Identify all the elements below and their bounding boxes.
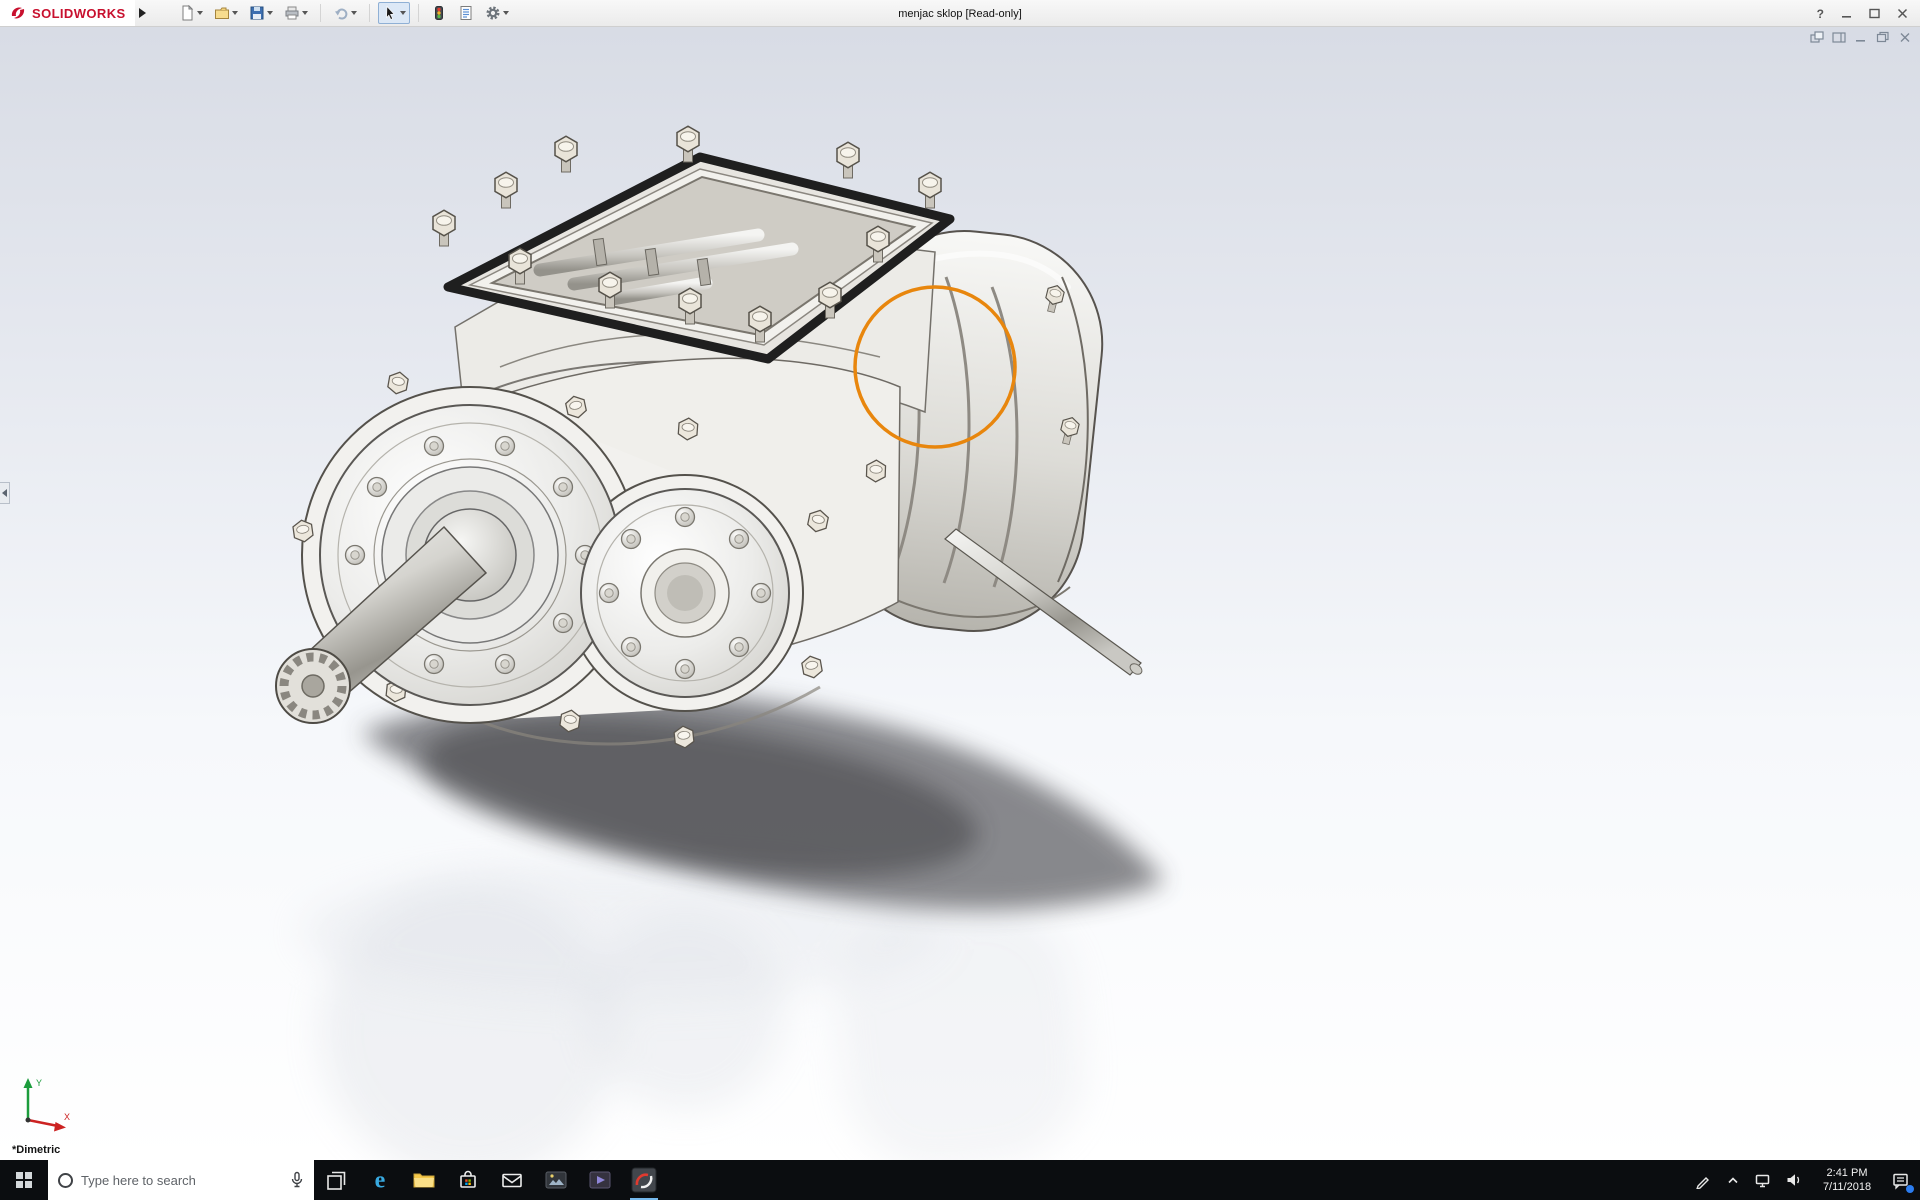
open-folder-icon xyxy=(214,7,229,19)
taskbar-item-edge[interactable]: e xyxy=(358,1160,402,1200)
rebuild-stoplight-icon xyxy=(434,6,443,20)
graphics-area[interactable]: Y X *Dimetric xyxy=(0,27,1920,1160)
rebuild-button[interactable] xyxy=(427,2,451,24)
task-view-icon xyxy=(327,1171,346,1190)
quick-access-toolbar xyxy=(175,2,513,24)
doc-restore-button[interactable] xyxy=(1876,31,1890,44)
notification-badge xyxy=(1906,1184,1914,1193)
taskbar-item-mail[interactable] xyxy=(490,1160,534,1200)
start-button[interactable] xyxy=(0,1160,48,1200)
triad-y-label: Y xyxy=(36,1078,42,1088)
solidworks-window: SOLIDWORKS menjac sklop [Read-only] ? Y … xyxy=(0,0,1920,1200)
windows-taskbar: e xyxy=(0,1160,1920,1200)
cortana-icon xyxy=(58,1172,73,1188)
network-icon[interactable] xyxy=(1754,1172,1772,1189)
print-icon xyxy=(285,6,299,20)
movies-icon xyxy=(589,1171,611,1189)
dropdown-caret[interactable] xyxy=(266,11,273,15)
feature-manager-collapse-tab[interactable] xyxy=(0,482,10,504)
triad-x-label: X xyxy=(64,1112,70,1122)
file-explorer-icon xyxy=(413,1173,435,1188)
help-button[interactable]: ? xyxy=(1817,7,1824,21)
action-center-button[interactable] xyxy=(1891,1171,1914,1193)
gearbox-model[interactable] xyxy=(275,125,1144,750)
photos-icon xyxy=(545,1171,567,1189)
open-button[interactable] xyxy=(210,2,242,24)
title-bar: SOLIDWORKS menjac sklop [Read-only] ? xyxy=(0,0,1920,27)
dropdown-caret[interactable] xyxy=(399,11,406,15)
menu-flyout-arrow[interactable] xyxy=(135,0,151,26)
orientation-triad: Y X xyxy=(23,1078,70,1132)
maximize-button[interactable] xyxy=(1869,8,1880,19)
print-button[interactable] xyxy=(280,2,312,24)
hidden-icons-chevron-icon[interactable] xyxy=(1725,1173,1741,1187)
window-controls: ? xyxy=(1817,0,1908,27)
file-properties-button[interactable] xyxy=(454,2,478,24)
taskbar-search[interactable] xyxy=(48,1160,314,1200)
system-tray: 2:41 PM 7/11/2018 xyxy=(1694,1160,1920,1200)
edge-icon: e xyxy=(375,1168,386,1194)
taskbar-item-photos[interactable] xyxy=(534,1160,578,1200)
dropdown-caret[interactable] xyxy=(502,11,509,15)
taskbar-item-movies[interactable] xyxy=(578,1160,622,1200)
view-orientation-label: *Dimetric xyxy=(12,1144,61,1156)
doc-pane-button[interactable] xyxy=(1832,31,1846,44)
save-icon xyxy=(250,6,264,20)
logo-text: SOLIDWORKS xyxy=(32,5,126,21)
taskbar-item-file-explorer[interactable] xyxy=(402,1160,446,1200)
document-window-controls xyxy=(1810,31,1912,44)
svg-text:e: e xyxy=(375,1168,386,1194)
task-view-button[interactable] xyxy=(314,1160,358,1200)
countershaft-face xyxy=(580,488,790,698)
taskbar-item-store[interactable] xyxy=(446,1160,490,1200)
doc-close-button[interactable] xyxy=(1898,31,1912,44)
doc-minimize-button[interactable] xyxy=(1854,31,1868,44)
clock-date: 7/11/2018 xyxy=(1822,1181,1872,1193)
viewport-canvas[interactable] xyxy=(0,27,1920,1160)
windows-logo-icon xyxy=(16,1172,32,1188)
microphone-icon[interactable] xyxy=(290,1171,304,1189)
doc-cascade-button[interactable] xyxy=(1810,31,1824,44)
options-button[interactable] xyxy=(481,2,513,24)
volume-icon[interactable] xyxy=(1785,1172,1803,1188)
clock-time: 2:41 PM xyxy=(1826,1167,1868,1179)
minimize-button[interactable] xyxy=(1841,8,1852,19)
dropdown-caret[interactable] xyxy=(231,11,238,15)
toolbar-separator xyxy=(417,4,419,22)
mail-icon xyxy=(502,1173,522,1188)
solidworks-logo: SOLIDWORKS xyxy=(0,0,135,26)
dropdown-caret[interactable] xyxy=(196,11,203,15)
close-button[interactable] xyxy=(1897,8,1908,19)
solidworks-app-icon xyxy=(631,1167,657,1193)
select-cursor-icon xyxy=(385,5,395,20)
dropdown-caret[interactable] xyxy=(350,11,357,15)
undo-icon xyxy=(334,8,347,20)
file-properties-icon xyxy=(460,6,472,20)
store-icon xyxy=(460,1170,476,1188)
search-input[interactable] xyxy=(81,1160,282,1200)
save-button[interactable] xyxy=(245,2,277,24)
ds-logo-icon xyxy=(11,7,25,19)
options-gear-icon xyxy=(486,6,500,20)
new-document-button[interactable] xyxy=(175,2,207,24)
undo-button[interactable] xyxy=(329,2,361,24)
toolbar-separator xyxy=(368,4,370,22)
document-title: menjac sklop [Read-only] xyxy=(898,7,1022,20)
taskbar-item-solidworks[interactable] xyxy=(622,1160,666,1200)
toolbar-separator xyxy=(319,4,321,22)
select-tool-button[interactable] xyxy=(377,2,410,24)
new-document-icon xyxy=(182,5,193,21)
dropdown-caret[interactable] xyxy=(301,11,308,15)
taskbar-clock[interactable]: 2:41 PM 7/11/2018 xyxy=(1816,1166,1878,1194)
pen-icon[interactable] xyxy=(1694,1171,1712,1189)
